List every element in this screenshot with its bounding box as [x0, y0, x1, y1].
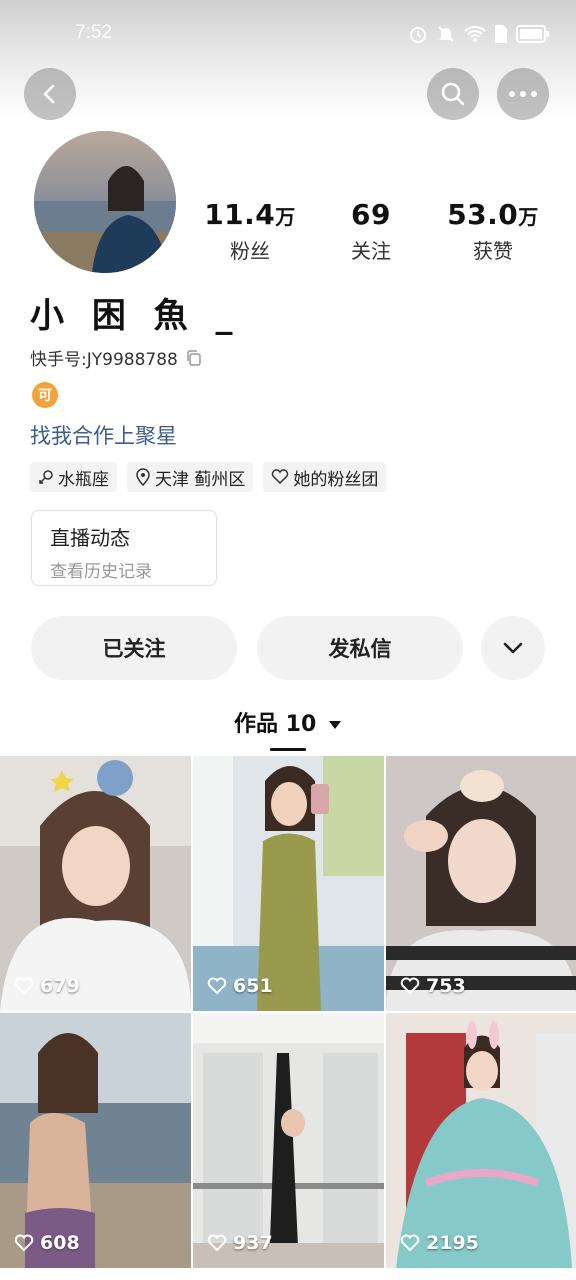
zodiac-icon — [39, 470, 53, 484]
work-thumbnail — [386, 756, 576, 1011]
avatar-photo — [34, 131, 176, 273]
work-likes-count: 651 — [233, 975, 273, 997]
bio-link[interactable]: 找我合作上聚星 — [30, 420, 177, 450]
heart-icon — [207, 977, 227, 995]
tag-fan-club[interactable]: 她的粉丝团 — [263, 462, 387, 492]
status-bar: 7:52 — [0, 0, 576, 70]
user-badge: 可 — [32, 382, 58, 408]
work-likes-count: 753 — [426, 975, 466, 997]
tag-zodiac-label: 水瓶座 — [58, 469, 109, 490]
expand-button[interactable] — [481, 616, 545, 680]
profile-tags: 水瓶座 天津 蓟州区 她的粉丝团 — [30, 462, 387, 492]
work-likes: 651 — [207, 975, 273, 997]
fans-count: 11.4万 — [204, 198, 296, 231]
work-thumbnail — [193, 1013, 384, 1268]
work-item[interactable]: 937 — [193, 1013, 384, 1268]
work-item[interactable]: 651 — [193, 756, 384, 1011]
tag-location-label: 天津 蓟州区 — [155, 469, 246, 490]
work-likes: 2195 — [400, 1232, 479, 1254]
heart-icon — [14, 1234, 34, 1252]
tag-fan-club-label: 她的粉丝团 — [293, 469, 379, 490]
chevron-down-icon — [503, 642, 523, 654]
heart-icon — [207, 1234, 227, 1252]
work-likes: 679 — [14, 975, 80, 997]
work-likes: 608 — [14, 1232, 80, 1254]
message-button[interactable]: 发私信 — [257, 616, 463, 680]
sim-icon — [495, 25, 507, 43]
kuaishou-id-label: 快手号:JY9988788 — [30, 350, 178, 370]
caret-down-icon — [328, 721, 341, 729]
live-card-title: 直播动态 — [50, 526, 130, 550]
work-item[interactable]: 608 — [0, 1013, 191, 1268]
work-thumbnail — [386, 1013, 576, 1268]
stat-likes[interactable]: 53.0万 获赞 — [438, 198, 548, 264]
work-thumbnail — [0, 1013, 191, 1268]
tab-works[interactable]: 作品 10 — [0, 706, 576, 738]
work-likes: 937 — [207, 1232, 273, 1254]
kuaishou-id-row: 快手号:JY9988788 — [30, 345, 202, 370]
stat-following[interactable]: 69 关注 — [331, 198, 411, 264]
followed-button[interactable]: 已关注 — [31, 616, 237, 680]
work-likes-count: 937 — [233, 1232, 273, 1254]
wifi-icon — [464, 26, 486, 42]
work-thumbnail — [193, 756, 384, 1011]
mute-icon — [438, 26, 454, 42]
tag-location[interactable]: 天津 蓟州区 — [127, 462, 254, 492]
work-item[interactable]: 679 — [0, 756, 191, 1011]
work-thumbnail — [0, 756, 191, 1011]
heart-icon — [14, 977, 34, 995]
location-icon — [136, 468, 150, 486]
status-icons — [408, 24, 550, 44]
work-likes-count: 2195 — [426, 1232, 479, 1254]
likes-count: 53.0万 — [447, 198, 539, 231]
stat-fans[interactable]: 11.4万 粉丝 — [200, 198, 300, 264]
status-time: 7:52 — [75, 22, 112, 43]
fan-club-icon — [272, 469, 289, 485]
work-likes-count: 608 — [40, 1232, 80, 1254]
work-likes: 753 — [400, 975, 466, 997]
following-label: 关注 — [351, 239, 391, 263]
live-history-card[interactable]: 直播动态 查看历史记录 — [31, 510, 217, 586]
tab-indicator — [270, 748, 306, 751]
nickname: 小 困 魚 _ — [30, 296, 241, 336]
search-icon — [441, 82, 465, 106]
battery-icon — [516, 25, 549, 43]
following-count: 69 — [351, 198, 391, 231]
fans-label: 粉丝 — [230, 239, 270, 263]
tab-works-label: 作品 10 — [234, 712, 317, 737]
heart-icon — [400, 1234, 420, 1252]
back-button[interactable] — [24, 68, 76, 120]
heart-icon — [400, 977, 420, 995]
work-likes-count: 679 — [40, 975, 80, 997]
chevron-left-icon — [43, 84, 55, 104]
work-item[interactable]: 753 — [386, 756, 576, 1011]
search-button[interactable] — [427, 68, 479, 120]
alarm-icon — [410, 27, 426, 43]
more-button[interactable] — [497, 68, 549, 120]
copy-icon[interactable] — [186, 349, 202, 366]
work-item[interactable]: 2195 — [386, 1013, 576, 1268]
live-card-subtitle: 查看历史记录 — [50, 562, 152, 582]
avatar[interactable] — [34, 131, 176, 273]
tag-zodiac[interactable]: 水瓶座 — [30, 462, 117, 492]
likes-label: 获赞 — [473, 239, 513, 263]
more-dots-icon — [509, 91, 537, 97]
